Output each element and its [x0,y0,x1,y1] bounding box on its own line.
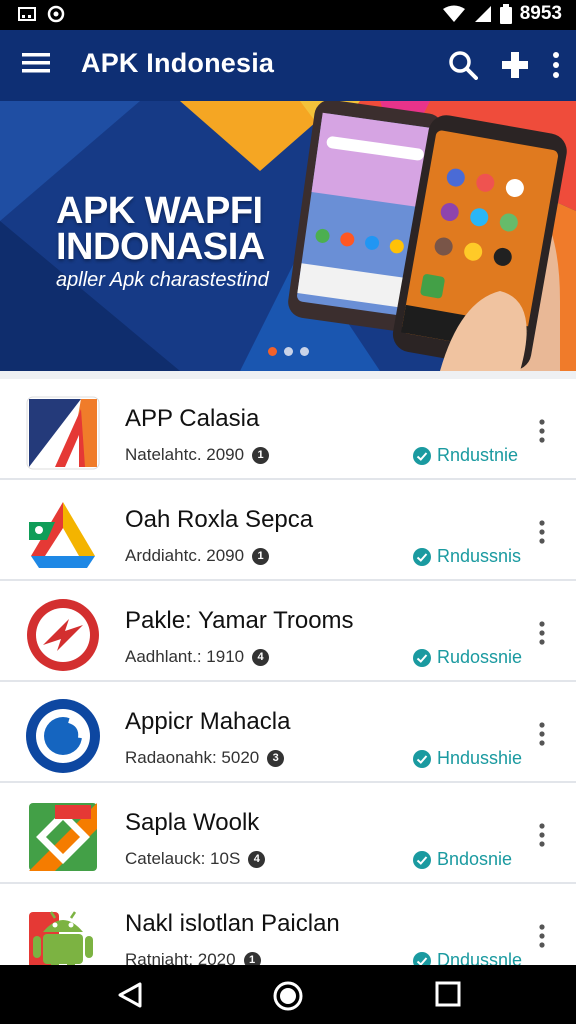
check-circle-icon [413,446,431,465]
phones-illustration [288,101,567,371]
notification-icon [18,7,36,21]
app-status: Dndussnle [413,950,522,965]
app-status: Rndussnis [413,546,521,567]
count-badge: 4 [252,648,270,666]
page-dot[interactable] [300,347,309,356]
back-icon[interactable] [116,981,144,1009]
app-status-label: Rndussnis [437,546,522,566]
more-vert-icon[interactable] [538,722,546,746]
app-bar: APK Indonesia [0,30,576,101]
check-circle-icon [413,850,431,869]
banner-page-indicator [268,347,309,356]
app-status-label: Rudossnie [437,647,523,667]
android-logo-icon [29,911,93,965]
app-meta-text: Aadhlant.: 1910 [125,647,245,666]
app-status: Bndosnie [413,849,512,870]
app-meta-text: Arddiahtc. 2090 [125,546,245,565]
app-status: Rndustnie [413,445,518,466]
more-vert-icon[interactable] [538,621,546,645]
more-vert-icon[interactable] [538,924,546,948]
menu-icon[interactable] [22,52,50,74]
promo-banner[interactable]: APK WAPFI INDONASIA apller Apk charastes… [0,101,576,371]
more-vert-icon[interactable] [538,520,546,544]
app-meta-text: Radaonahk: 5020 [125,748,260,767]
recents-icon[interactable] [435,981,461,1007]
app-meta-text: Catelauck: 10S [125,849,241,868]
app-status: Hndusshie [413,748,522,769]
app-meta-text: Ratniaht: 2020 [125,950,236,965]
app-status: Rudossnie [413,647,522,668]
count-badge: 4 [248,850,266,868]
list-item[interactable]: Pakle: Yamar Trooms Aadhlant.: 1910 4 Ru… [0,581,576,682]
app-status-label: Dndussnle [437,950,523,965]
app-meta: Aadhlant.: 1910 4 [125,647,270,667]
count-badge: 1 [252,446,270,464]
app-status-label: Rndustnie [437,445,519,465]
wifi-icon [442,5,465,22]
app-name: APP Calasia [125,405,260,432]
page-dot[interactable] [284,347,293,356]
list-item[interactable]: Nakl islotlan Paiclan Ratniaht: 2020 1 D… [0,884,576,965]
status-time: 8953 [519,3,562,24]
list-item[interactable]: APP Calasia Natelahtc. 2090 1 Rndustnie [0,379,576,480]
green-orange-logo-icon [29,803,97,871]
app-name: Oah Roxla Sepca [125,506,314,533]
red-blue-a-logo-icon [26,396,100,470]
app-name: Nakl islotlan Paiclan [125,910,340,937]
battery-icon [499,4,512,24]
check-circle-icon [413,547,431,566]
more-vert-icon[interactable] [552,52,560,78]
app-meta: Radaonahk: 5020 3 [125,748,285,768]
app-status-label: Bndosnie [437,849,513,869]
navigation-bar [0,965,576,1024]
app-name: Pakle: Yamar Trooms [125,607,354,634]
red-circle-logo-icon [27,599,99,671]
app-name: Sapla Woolk [125,809,260,836]
app-meta: Catelauck: 10S 4 [125,849,266,869]
check-circle-icon [413,749,431,768]
app-title: APK Indonesia [81,48,275,78]
app-meta: Natelahtc. 2090 1 [125,445,270,465]
list-item[interactable]: Sapla Woolk Catelauck: 10S 4 Bndosnie [0,783,576,884]
count-badge: 1 [243,951,261,965]
app-status-label: Hndusshie [437,748,523,768]
count-badge: 1 [252,547,270,565]
status-bar: 8953 [0,0,576,30]
more-vert-icon[interactable] [538,823,546,847]
more-vert-icon[interactable] [538,419,546,443]
app-meta-text: Natelahtc. 2090 [125,445,245,464]
sync-icon [47,5,65,23]
triangle-drive-logo-icon [27,498,99,570]
add-icon[interactable] [500,50,530,80]
page-dot[interactable] [268,347,277,356]
check-circle-icon [413,648,431,667]
app-name: Appicr Mahacla [125,708,291,735]
search-icon[interactable] [448,50,478,80]
count-badge: 3 [267,749,285,767]
app-meta: Arddiahtc. 2090 1 [125,546,270,566]
check-circle-icon [413,951,431,965]
list-item[interactable]: Oah Roxla Sepca Arddiahtc. 2090 1 Rnduss… [0,480,576,581]
app-list: APP Calasia Natelahtc. 2090 1 Rndustnie … [0,371,576,965]
signal-icon [474,6,491,22]
home-icon[interactable] [273,981,303,1011]
list-item[interactable]: Appicr Mahacla Radaonahk: 5020 3 Hndussh… [0,682,576,783]
blue-ring-logo-icon [26,699,100,773]
app-meta: Ratniaht: 2020 1 [125,950,261,965]
